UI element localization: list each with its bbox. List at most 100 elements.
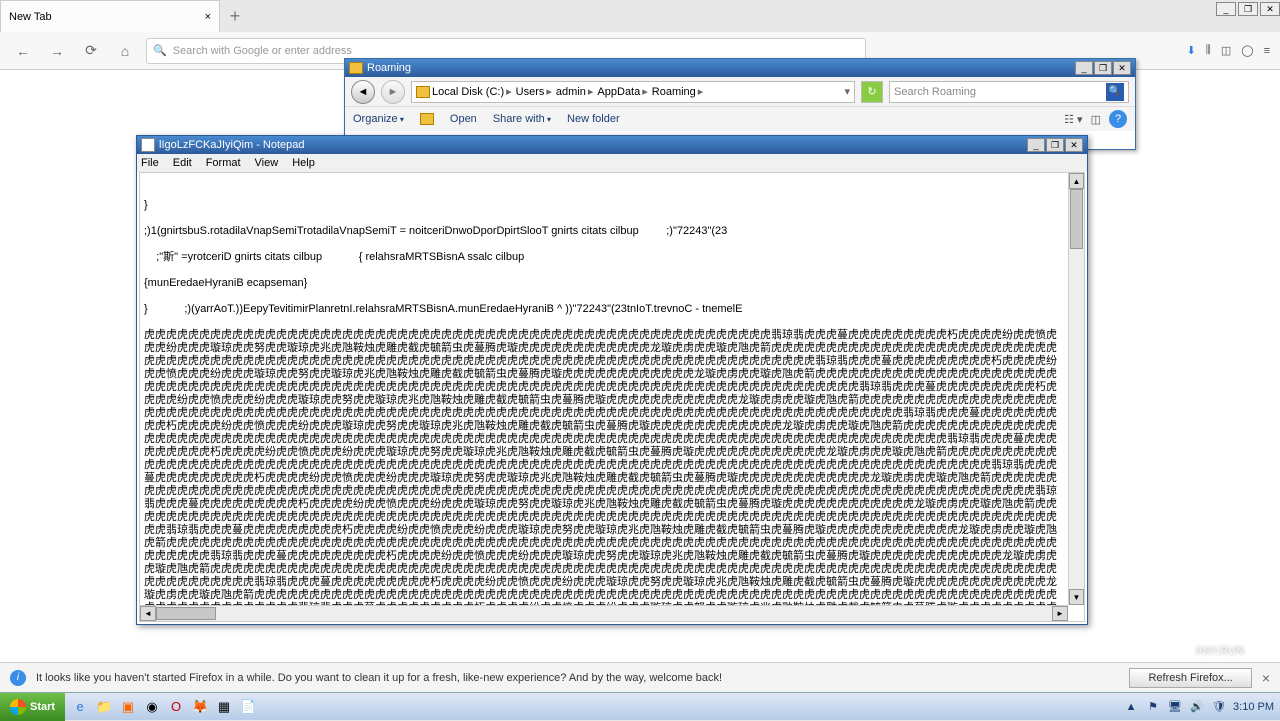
firefox-window-controls: _ ❐ ✕ <box>1214 0 1280 32</box>
breadcrumb-item[interactable]: AppData <box>597 85 649 98</box>
code-line: ;"斯" =yrotceriD gnirts citats cilbup { r… <box>144 251 1066 264</box>
folder-small-icon <box>420 113 434 125</box>
drive-icon <box>416 86 430 98</box>
taskbar-quicklaunch: e 📁 ▣ ◉ O 🦊 ▦ 📄 <box>65 697 263 717</box>
explorer-back-button[interactable]: ◄ <box>351 80 375 104</box>
firefox-right-icons: ⬇ ⫼ ◫ ◯ ≡ <box>1187 44 1270 57</box>
home-button[interactable]: ⌂ <box>112 38 138 64</box>
menu-help[interactable]: Help <box>292 157 315 169</box>
watermark-text: ANY.RUN <box>1195 645 1244 657</box>
explorer-refresh-button[interactable]: ↻ <box>861 81 883 103</box>
notepad-text-area[interactable]: } ;)1(gnirtsbuS.rotadilaVnapSemiTrotadil… <box>139 172 1085 622</box>
chrome-icon[interactable]: ◉ <box>141 697 163 717</box>
close-button[interactable]: ✕ <box>1260 2 1280 16</box>
tray-shield-icon[interactable]: 🛡 <box>1211 699 1227 715</box>
maximize-button[interactable]: ❐ <box>1238 2 1258 16</box>
menu-format[interactable]: Format <box>206 157 241 169</box>
folder-icon <box>349 62 363 74</box>
menu-icon[interactable]: ≡ <box>1264 45 1270 57</box>
refresh-firefox-button[interactable]: Refresh Firefox... <box>1129 668 1251 688</box>
watermark: ANY.RUN <box>1195 642 1264 660</box>
reload-button[interactable]: ⟳ <box>78 38 104 64</box>
explorer-command-bar: Organize Open Share with New folder ☷ ▾ … <box>345 107 1135 131</box>
explorer-minimize-button[interactable]: _ <box>1075 61 1093 75</box>
firefox-notification-bar: i It looks like you haven't started Fire… <box>0 662 1280 692</box>
system-tray: ▲ ⚑ 🖥 🔊 🛡 3:10 PM <box>1117 699 1280 715</box>
code-line: } ;)(yarrAoT.))EepyTevitimirPlanretnI.re… <box>144 303 1066 316</box>
tray-volume-icon[interactable]: 🔊 <box>1189 699 1205 715</box>
explorer-search-input[interactable]: Search Roaming 🔍 <box>889 81 1129 103</box>
downloads-icon[interactable]: ⬇ <box>1187 44 1196 57</box>
cjk-filler-text: 虎虎虎虎虎虎虎虎虎虎虎虎虎虎虎虎虎虎虎虎虎虎虎虎虎虎虎虎虎虎虎虎虎虎虎虎虎虎虎虎… <box>144 329 1066 622</box>
explorer-maximize-button[interactable]: ❐ <box>1094 61 1112 75</box>
media-icon[interactable]: ▣ <box>117 697 139 717</box>
hscroll-thumb[interactable] <box>156 607 216 620</box>
explorer-title-text: Roaming <box>367 62 411 74</box>
notepad-maximize-button[interactable]: ❐ <box>1046 138 1064 152</box>
firefox-tab-newtab[interactable]: New Tab × <box>0 0 220 32</box>
forward-button[interactable]: → <box>44 38 70 64</box>
breadcrumb-item[interactable]: admin <box>556 85 596 98</box>
explorer-taskbar-icon[interactable]: 📁 <box>93 697 115 717</box>
tab-title: New Tab <box>9 11 52 23</box>
app-icon[interactable]: ▦ <box>213 697 235 717</box>
start-button[interactable]: Start <box>0 693 65 721</box>
explorer-titlebar[interactable]: Roaming _ ❐ ✕ <box>345 59 1135 77</box>
tab-close-icon[interactable]: × <box>205 11 211 23</box>
address-placeholder: Search with Google or enter address <box>173 45 352 57</box>
vscroll-thumb[interactable] <box>1070 189 1083 249</box>
account-icon[interactable]: ◯ <box>1241 44 1253 57</box>
notepad-content: } ;)1(gnirtsbuS.rotadilaVnapSemiTrotadil… <box>144 173 1066 622</box>
minimize-button[interactable]: _ <box>1216 2 1236 16</box>
tray-flag-icon[interactable]: ⚑ <box>1145 699 1161 715</box>
scroll-left-arrow[interactable]: ◄ <box>140 606 156 621</box>
taskbar-clock[interactable]: 3:10 PM <box>1233 701 1274 713</box>
menu-edit[interactable]: Edit <box>173 157 192 169</box>
explorer-forward-button[interactable]: ► <box>381 80 405 104</box>
breadcrumb-item[interactable]: Roaming <box>652 85 706 98</box>
tray-expand-icon[interactable]: ▲ <box>1123 699 1139 715</box>
view-options-icon[interactable]: ☷ ▾ <box>1064 113 1082 126</box>
breadcrumb-item[interactable]: Users <box>516 85 554 98</box>
notepad-minimize-button[interactable]: _ <box>1027 138 1045 152</box>
notepad-taskbar-icon[interactable]: 📄 <box>237 697 259 717</box>
notepad-title-text: lIgoLzFCKaJIyiQim - Notepad <box>159 139 305 151</box>
notepad-close-button[interactable]: ✕ <box>1065 138 1083 152</box>
horizontal-scrollbar[interactable]: ◄ ► <box>140 605 1068 621</box>
explorer-breadcrumb[interactable]: Local Disk (C:) Users admin AppData Roam… <box>411 81 855 103</box>
search-placeholder: Search Roaming <box>894 86 976 98</box>
opera-icon[interactable]: O <box>165 697 187 717</box>
new-tab-button[interactable]: + <box>220 0 250 32</box>
search-go-button[interactable]: 🔍 <box>1106 83 1124 101</box>
breadcrumb-item[interactable]: Local Disk (C:) <box>432 85 514 98</box>
ie-icon[interactable]: e <box>69 697 91 717</box>
code-line: {munEredaeHyraniB ecapseman} <box>144 277 1066 290</box>
library-icon[interactable]: ⫼ <box>1206 44 1211 57</box>
menu-view[interactable]: View <box>255 157 279 169</box>
explorer-close-button[interactable]: ✕ <box>1113 61 1131 75</box>
open-button[interactable]: Open <box>450 113 477 125</box>
scroll-down-arrow[interactable]: ▼ <box>1069 589 1084 605</box>
breadcrumb-dropdown-icon[interactable]: ▾ <box>844 85 850 98</box>
back-button[interactable]: ← <box>10 38 36 64</box>
new-folder-button[interactable]: New folder <box>567 113 620 125</box>
notepad-titlebar[interactable]: lIgoLzFCKaJIyiQim - Notepad _ ❐ ✕ <box>137 136 1087 154</box>
tray-monitor-icon[interactable]: 🖥 <box>1167 699 1183 715</box>
notepad-window: lIgoLzFCKaJIyiQim - Notepad _ ❐ ✕ File E… <box>136 135 1088 625</box>
notepad-menubar: File Edit Format View Help <box>137 154 1087 172</box>
start-label: Start <box>30 701 55 713</box>
preview-pane-icon[interactable]: ◫ <box>1091 113 1101 126</box>
share-menu[interactable]: Share with <box>493 113 551 125</box>
scroll-up-arrow[interactable]: ▲ <box>1069 173 1084 189</box>
sidebar-icon[interactable]: ◫ <box>1221 44 1231 57</box>
organize-menu[interactable]: Organize <box>353 113 404 125</box>
vertical-scrollbar[interactable]: ▲ ▼ <box>1068 173 1084 605</box>
help-icon[interactable]: ? <box>1109 110 1127 128</box>
code-line: } <box>144 199 1066 212</box>
scroll-right-arrow[interactable]: ► <box>1052 606 1068 621</box>
windows-logo-icon <box>10 699 26 715</box>
notification-close-button[interactable]: × <box>1262 670 1270 686</box>
taskbar: Start e 📁 ▣ ◉ O 🦊 ▦ 📄 ▲ ⚑ 🖥 🔊 🛡 3:10 PM <box>0 692 1280 720</box>
firefox-taskbar-icon[interactable]: 🦊 <box>189 697 211 717</box>
menu-file[interactable]: File <box>141 157 159 169</box>
